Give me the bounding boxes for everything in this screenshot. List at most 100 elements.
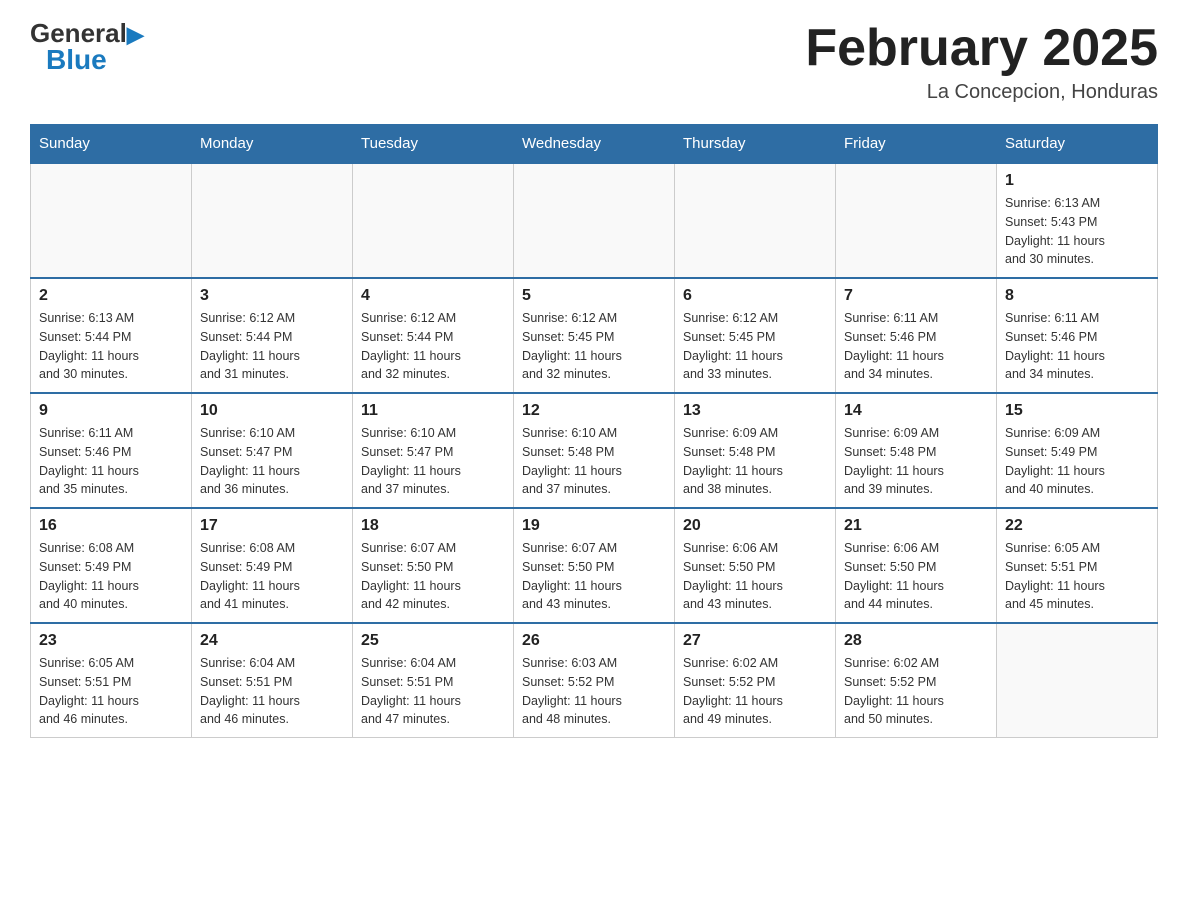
day-number: 12 bbox=[522, 402, 666, 420]
day-header-thursday: Thursday bbox=[675, 125, 836, 164]
week-row-5: 23 Sunrise: 6:05 AM Sunset: 5:51 PM Dayli… bbox=[31, 623, 1158, 738]
day-number: 3 bbox=[200, 287, 344, 305]
day-info: Sunrise: 6:12 AM Sunset: 5:44 PM Dayligh… bbox=[361, 309, 505, 384]
month-title: February 2025 bbox=[805, 20, 1158, 77]
calendar-cell: 3 Sunrise: 6:12 AM Sunset: 5:44 PM Daylig… bbox=[192, 278, 353, 393]
calendar-cell bbox=[997, 623, 1158, 738]
day-info: Sunrise: 6:09 AM Sunset: 5:48 PM Dayligh… bbox=[844, 424, 988, 499]
day-number: 4 bbox=[361, 287, 505, 305]
calendar-table: SundayMondayTuesdayWednesdayThursdayFrid… bbox=[30, 124, 1158, 738]
day-info: Sunrise: 6:12 AM Sunset: 5:44 PM Dayligh… bbox=[200, 309, 344, 384]
day-number: 8 bbox=[1005, 287, 1149, 305]
day-header-saturday: Saturday bbox=[997, 125, 1158, 164]
day-info: Sunrise: 6:11 AM Sunset: 5:46 PM Dayligh… bbox=[844, 309, 988, 384]
calendar-cell: 23 Sunrise: 6:05 AM Sunset: 5:51 PM Dayli… bbox=[31, 623, 192, 738]
day-header-monday: Monday bbox=[192, 125, 353, 164]
day-number: 26 bbox=[522, 632, 666, 650]
day-info: Sunrise: 6:11 AM Sunset: 5:46 PM Dayligh… bbox=[39, 424, 183, 499]
day-info: Sunrise: 6:02 AM Sunset: 5:52 PM Dayligh… bbox=[683, 654, 827, 729]
logo-general-text: General▶ bbox=[30, 20, 144, 46]
calendar-cell bbox=[675, 163, 836, 278]
calendar-cell bbox=[192, 163, 353, 278]
calendar-cell: 2Sunrise: 6:13 AM Sunset: 5:44 PM Daylig… bbox=[31, 278, 192, 393]
day-info: Sunrise: 6:09 AM Sunset: 5:49 PM Dayligh… bbox=[1005, 424, 1149, 499]
day-number: 15 bbox=[1005, 402, 1149, 420]
day-number: 17 bbox=[200, 517, 344, 535]
day-info: Sunrise: 6:13 AM Sunset: 5:43 PM Dayligh… bbox=[1005, 194, 1149, 269]
calendar-cell: 27 Sunrise: 6:02 AM Sunset: 5:52 PM Dayli… bbox=[675, 623, 836, 738]
day-info: Sunrise: 6:05 AM Sunset: 5:51 PM Dayligh… bbox=[1005, 539, 1149, 614]
calendar-cell: 22 Sunrise: 6:05 AM Sunset: 5:51 PM Dayli… bbox=[997, 508, 1158, 623]
calendar-cell: 9Sunrise: 6:11 AM Sunset: 5:46 PM Daylig… bbox=[31, 393, 192, 508]
calendar-cell: 11 Sunrise: 6:10 AM Sunset: 5:47 PM Dayli… bbox=[353, 393, 514, 508]
calendar-cell: 21 Sunrise: 6:06 AM Sunset: 5:50 PM Dayli… bbox=[836, 508, 997, 623]
day-number: 1 bbox=[1005, 172, 1149, 190]
day-number: 23 bbox=[39, 632, 183, 650]
day-info: Sunrise: 6:08 AM Sunset: 5:49 PM Dayligh… bbox=[39, 539, 183, 614]
day-number: 28 bbox=[844, 632, 988, 650]
calendar-cell: 18 Sunrise: 6:07 AM Sunset: 5:50 PM Dayli… bbox=[353, 508, 514, 623]
location-text: La Concepcion, Honduras bbox=[805, 81, 1158, 104]
day-info: Sunrise: 6:07 AM Sunset: 5:50 PM Dayligh… bbox=[522, 539, 666, 614]
calendar-cell: 13Sunrise: 6:09 AM Sunset: 5:48 PM Dayli… bbox=[675, 393, 836, 508]
day-info: Sunrise: 6:11 AM Sunset: 5:46 PM Dayligh… bbox=[1005, 309, 1149, 384]
calendar-cell: 20 Sunrise: 6:06 AM Sunset: 5:50 PM Dayli… bbox=[675, 508, 836, 623]
calendar-cell: 16Sunrise: 6:08 AM Sunset: 5:49 PM Dayli… bbox=[31, 508, 192, 623]
day-number: 22 bbox=[1005, 517, 1149, 535]
calendar-cell: 12 Sunrise: 6:10 AM Sunset: 5:48 PM Dayli… bbox=[514, 393, 675, 508]
day-number: 24 bbox=[200, 632, 344, 650]
day-info: Sunrise: 6:06 AM Sunset: 5:50 PM Dayligh… bbox=[844, 539, 988, 614]
calendar-cell: 24 Sunrise: 6:04 AM Sunset: 5:51 PM Dayli… bbox=[192, 623, 353, 738]
page-header: General▶ Blue February 2025 La Concepcio… bbox=[30, 20, 1158, 104]
calendar-cell: 6 Sunrise: 6:12 AM Sunset: 5:45 PM Daylig… bbox=[675, 278, 836, 393]
day-number: 18 bbox=[361, 517, 505, 535]
day-number: 20 bbox=[683, 517, 827, 535]
calendar-cell bbox=[31, 163, 192, 278]
week-row-3: 9Sunrise: 6:11 AM Sunset: 5:46 PM Daylig… bbox=[31, 393, 1158, 508]
day-info: Sunrise: 6:12 AM Sunset: 5:45 PM Dayligh… bbox=[683, 309, 827, 384]
week-row-2: 2Sunrise: 6:13 AM Sunset: 5:44 PM Daylig… bbox=[31, 278, 1158, 393]
logo: General▶ Blue bbox=[30, 20, 144, 74]
day-info: Sunrise: 6:05 AM Sunset: 5:51 PM Dayligh… bbox=[39, 654, 183, 729]
day-number: 27 bbox=[683, 632, 827, 650]
title-area: February 2025 La Concepcion, Honduras bbox=[805, 20, 1158, 104]
calendar-cell: 17Sunrise: 6:08 AM Sunset: 5:49 PM Dayli… bbox=[192, 508, 353, 623]
calendar-cell: 10 Sunrise: 6:10 AM Sunset: 5:47 PM Dayli… bbox=[192, 393, 353, 508]
day-header-sunday: Sunday bbox=[31, 125, 192, 164]
week-row-4: 16Sunrise: 6:08 AM Sunset: 5:49 PM Dayli… bbox=[31, 508, 1158, 623]
calendar-header-row: SundayMondayTuesdayWednesdayThursdayFrid… bbox=[31, 125, 1158, 164]
day-number: 13 bbox=[683, 402, 827, 420]
day-info: Sunrise: 6:10 AM Sunset: 5:48 PM Dayligh… bbox=[522, 424, 666, 499]
day-header-wednesday: Wednesday bbox=[514, 125, 675, 164]
day-number: 11 bbox=[361, 402, 505, 420]
calendar-cell: 25Sunrise: 6:04 AM Sunset: 5:51 PM Dayli… bbox=[353, 623, 514, 738]
day-info: Sunrise: 6:10 AM Sunset: 5:47 PM Dayligh… bbox=[200, 424, 344, 499]
calendar-cell bbox=[836, 163, 997, 278]
day-info: Sunrise: 6:07 AM Sunset: 5:50 PM Dayligh… bbox=[361, 539, 505, 614]
calendar-cell: 14Sunrise: 6:09 AM Sunset: 5:48 PM Dayli… bbox=[836, 393, 997, 508]
calendar-cell: 1 Sunrise: 6:13 AM Sunset: 5:43 PM Daylig… bbox=[997, 163, 1158, 278]
calendar-cell: 8 Sunrise: 6:11 AM Sunset: 5:46 PM Daylig… bbox=[997, 278, 1158, 393]
day-number: 21 bbox=[844, 517, 988, 535]
day-number: 5 bbox=[522, 287, 666, 305]
calendar-cell: 15 Sunrise: 6:09 AM Sunset: 5:49 PM Dayli… bbox=[997, 393, 1158, 508]
logo-blue-text: Blue bbox=[46, 46, 107, 74]
day-number: 10 bbox=[200, 402, 344, 420]
calendar-cell: 28Sunrise: 6:02 AM Sunset: 5:52 PM Dayli… bbox=[836, 623, 997, 738]
day-info: Sunrise: 6:06 AM Sunset: 5:50 PM Dayligh… bbox=[683, 539, 827, 614]
day-info: Sunrise: 6:04 AM Sunset: 5:51 PM Dayligh… bbox=[200, 654, 344, 729]
calendar-cell bbox=[514, 163, 675, 278]
calendar-cell: 26 Sunrise: 6:03 AM Sunset: 5:52 PM Dayli… bbox=[514, 623, 675, 738]
day-number: 19 bbox=[522, 517, 666, 535]
day-header-friday: Friday bbox=[836, 125, 997, 164]
day-info: Sunrise: 6:10 AM Sunset: 5:47 PM Dayligh… bbox=[361, 424, 505, 499]
day-number: 25 bbox=[361, 632, 505, 650]
calendar-cell: 5Sunrise: 6:12 AM Sunset: 5:45 PM Daylig… bbox=[514, 278, 675, 393]
calendar-cell: 19 Sunrise: 6:07 AM Sunset: 5:50 PM Dayli… bbox=[514, 508, 675, 623]
week-row-1: 1 Sunrise: 6:13 AM Sunset: 5:43 PM Daylig… bbox=[31, 163, 1158, 278]
day-info: Sunrise: 6:13 AM Sunset: 5:44 PM Dayligh… bbox=[39, 309, 183, 384]
day-number: 6 bbox=[683, 287, 827, 305]
day-number: 7 bbox=[844, 287, 988, 305]
calendar-cell: 7 Sunrise: 6:11 AM Sunset: 5:46 PM Daylig… bbox=[836, 278, 997, 393]
day-info: Sunrise: 6:03 AM Sunset: 5:52 PM Dayligh… bbox=[522, 654, 666, 729]
